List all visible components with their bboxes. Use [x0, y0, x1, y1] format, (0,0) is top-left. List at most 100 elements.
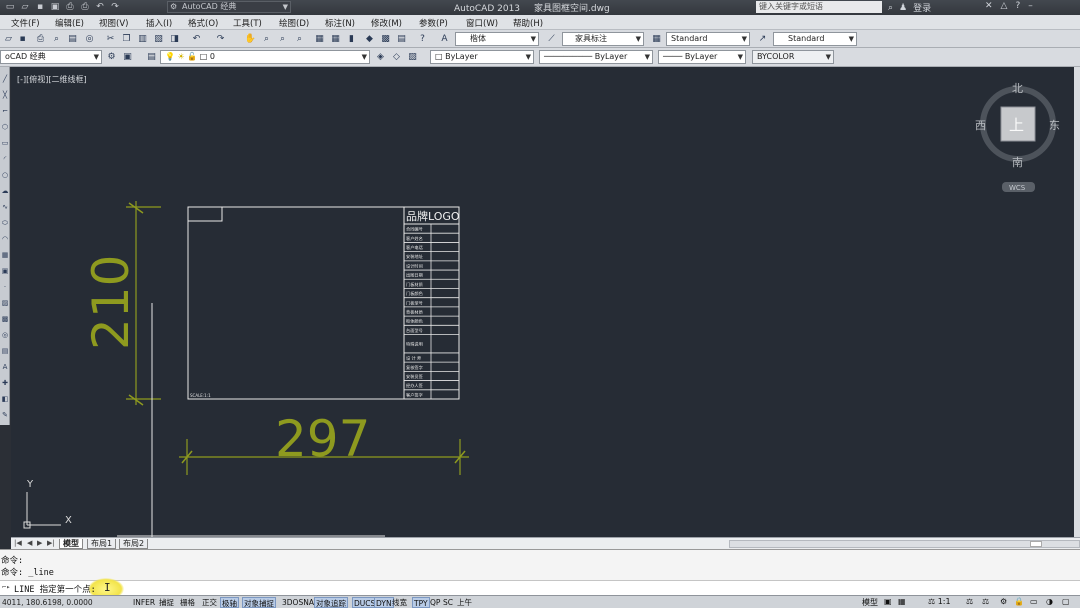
clean-screen-icon[interactable]: ▢	[1062, 597, 1070, 606]
gradient-icon[interactable]: ▩	[1, 315, 9, 323]
toggle-am[interactable]: 上午	[456, 597, 473, 608]
compass-north[interactable]: 北	[1012, 82, 1023, 95]
auto-scale-icon[interactable]: ⚖	[982, 597, 989, 606]
multileader-style-dropdown[interactable]: Standard ▼	[773, 32, 857, 46]
menu-file[interactable]: 文件(F)	[11, 17, 40, 29]
design-center-icon[interactable]: ▦	[329, 32, 342, 45]
last-tab-icon[interactable]: ▶|	[47, 539, 55, 547]
hardware-acceleration-icon[interactable]: ▭	[1030, 597, 1038, 606]
drawing-viewport[interactable]: [-][俯视][二维线框] 210 297 品牌LOGO SCALE:1:1 合…	[11, 67, 1074, 537]
table-style-dropdown[interactable]: Standard ▼	[666, 32, 750, 46]
lineweight-dropdown[interactable]: ──── ByLayer ▼	[658, 50, 746, 64]
save-icon[interactable]: ▪	[34, 1, 46, 13]
toggle-otrack[interactable]: 对象追踪	[314, 597, 348, 608]
insert-block-icon[interactable]: ▦	[1, 251, 9, 259]
paste-icon[interactable]: ▥	[136, 32, 149, 45]
toggle-infer[interactable]: INFER	[132, 597, 156, 608]
plot-preview-icon[interactable]: ⌕	[50, 32, 63, 45]
3d-dwf-icon[interactable]: ◎	[83, 32, 96, 45]
line-icon[interactable]: ╱	[1, 75, 9, 83]
ellipse-icon[interactable]: ⬭	[1, 219, 9, 227]
open-icon[interactable]: ▱	[2, 32, 15, 45]
toggle-ortho[interactable]: 正交	[201, 597, 218, 608]
hatch-icon[interactable]: ▨	[1, 299, 9, 307]
user-icon[interactable]: ♟	[899, 3, 907, 13]
isolate-objects-icon[interactable]: ◑	[1046, 597, 1053, 606]
toggle-sc[interactable]: SC	[442, 597, 454, 608]
text-style-dropdown[interactable]: 楷体 ▼	[455, 32, 539, 46]
menu-draw[interactable]: 绘图(D)	[279, 17, 309, 29]
compass-east[interactable]: 东	[1049, 119, 1060, 132]
polygon-icon[interactable]: ⬡	[1, 123, 9, 131]
polyline-icon[interactable]: ⌐	[1, 107, 9, 115]
multileader-style-icon[interactable]: ↗	[756, 32, 769, 45]
markup-icon[interactable]: ▩	[379, 32, 392, 45]
toggle-polar[interactable]: 极轴	[220, 597, 239, 608]
model-space-button[interactable]: 模型	[862, 597, 878, 608]
make-block-icon[interactable]: ▣	[1, 267, 9, 275]
construction-line-icon[interactable]: ╳	[1, 91, 9, 99]
undo-icon[interactable]: ↶	[94, 1, 106, 13]
new-file-icon[interactable]: ▭	[4, 1, 16, 13]
menu-modify[interactable]: 修改(M)	[371, 17, 402, 29]
revcloud-icon[interactable]: ☁	[1, 187, 9, 195]
color-dropdown[interactable]: □ ByLayer ▼	[430, 50, 534, 64]
toggle-lineweight[interactable]: 线宽	[391, 597, 408, 608]
dimension-297[interactable]: 297	[179, 410, 469, 475]
wcs-menu[interactable]: WCS	[1009, 184, 1026, 192]
sheet-set-icon[interactable]: ◆	[363, 32, 376, 45]
table-style-icon[interactable]: ▦	[650, 32, 663, 45]
binoculars-icon[interactable]: ⌕	[888, 3, 893, 13]
dimension-210[interactable]: 210	[82, 201, 161, 406]
minimize-icon[interactable]: –	[1028, 1, 1033, 11]
open-file-icon[interactable]: ▱	[19, 1, 31, 13]
autodesk-icon[interactable]: △	[1001, 1, 1008, 11]
quick-view-drawings-icon[interactable]: ▦	[898, 597, 906, 606]
layer-dropdown[interactable]: 💡 ☀ 🔓 □ 0 ▼	[160, 50, 370, 64]
toggle-snap[interactable]: 捕捉	[158, 597, 175, 608]
layer-manager-icon[interactable]: ▤	[145, 50, 158, 63]
quick-view-layouts-icon[interactable]: ▣	[884, 597, 892, 606]
compass-west[interactable]: 西	[975, 119, 986, 132]
menu-window[interactable]: 窗口(W)	[466, 17, 498, 29]
exchange-icon[interactable]: ✕	[985, 1, 993, 11]
make-current-layer-icon[interactable]: ◈	[374, 50, 387, 63]
mtext-icon[interactable]: A	[1, 363, 9, 371]
zoom-realtime-icon[interactable]: ⌕	[260, 32, 273, 45]
login-link[interactable]: 登录	[913, 1, 931, 14]
cut-icon[interactable]: ✂	[104, 32, 117, 45]
compass-south[interactable]: 南	[1012, 156, 1023, 169]
calculator-icon[interactable]: ▤	[395, 32, 408, 45]
tab-layout1[interactable]: 布局1	[87, 539, 117, 549]
help-icon[interactable]: ?	[1015, 1, 1020, 11]
scrollbar-thumb[interactable]	[1030, 541, 1042, 547]
layer-states-icon[interactable]: ▨	[406, 50, 419, 63]
workspace-dropdown-2[interactable]: oCAD 经典 ▼	[0, 50, 102, 64]
properties-icon[interactable]: ▦	[313, 32, 326, 45]
toggle-osnap[interactable]: 对象捕捉	[242, 597, 276, 608]
menu-insert[interactable]: 插入(I)	[146, 17, 172, 29]
horizontal-scrollbar[interactable]	[729, 540, 1080, 548]
annotation-visibility-icon[interactable]: ⚖	[966, 597, 973, 606]
annotation-scale[interactable]: ⚖ 1:1	[928, 597, 951, 606]
arc-icon[interactable]: ◜	[1, 155, 9, 163]
redo-icon[interactable]: ↷	[214, 32, 227, 45]
table-icon[interactable]: ▤	[1, 347, 9, 355]
save-icon[interactable]: ▪	[16, 32, 29, 45]
menu-view[interactable]: 视图(V)	[99, 17, 128, 29]
menu-help[interactable]: 帮助(H)	[513, 17, 543, 29]
lock-ui-icon[interactable]: 🔒	[1014, 597, 1024, 606]
menu-tools[interactable]: 工具(T)	[233, 17, 262, 29]
vertical-scrollbar[interactable]	[1074, 67, 1080, 537]
undo-icon[interactable]: ↶	[190, 32, 203, 45]
plot-icon[interactable]: ⎙	[64, 1, 76, 13]
copy-icon[interactable]: ❐	[120, 32, 133, 45]
first-tab-icon[interactable]: |◀	[14, 539, 22, 547]
workspace-switch-icon[interactable]: ▣	[121, 50, 134, 63]
tab-layout2[interactable]: 布局2	[119, 539, 149, 549]
ellipse-arc-icon[interactable]: ◠	[1, 235, 9, 243]
circle-icon[interactable]: ○	[1, 171, 9, 179]
menu-format[interactable]: 格式(O)	[188, 17, 218, 29]
prev-tab-icon[interactable]: ◀	[27, 539, 32, 547]
point-icon[interactable]: ·	[1, 283, 9, 291]
